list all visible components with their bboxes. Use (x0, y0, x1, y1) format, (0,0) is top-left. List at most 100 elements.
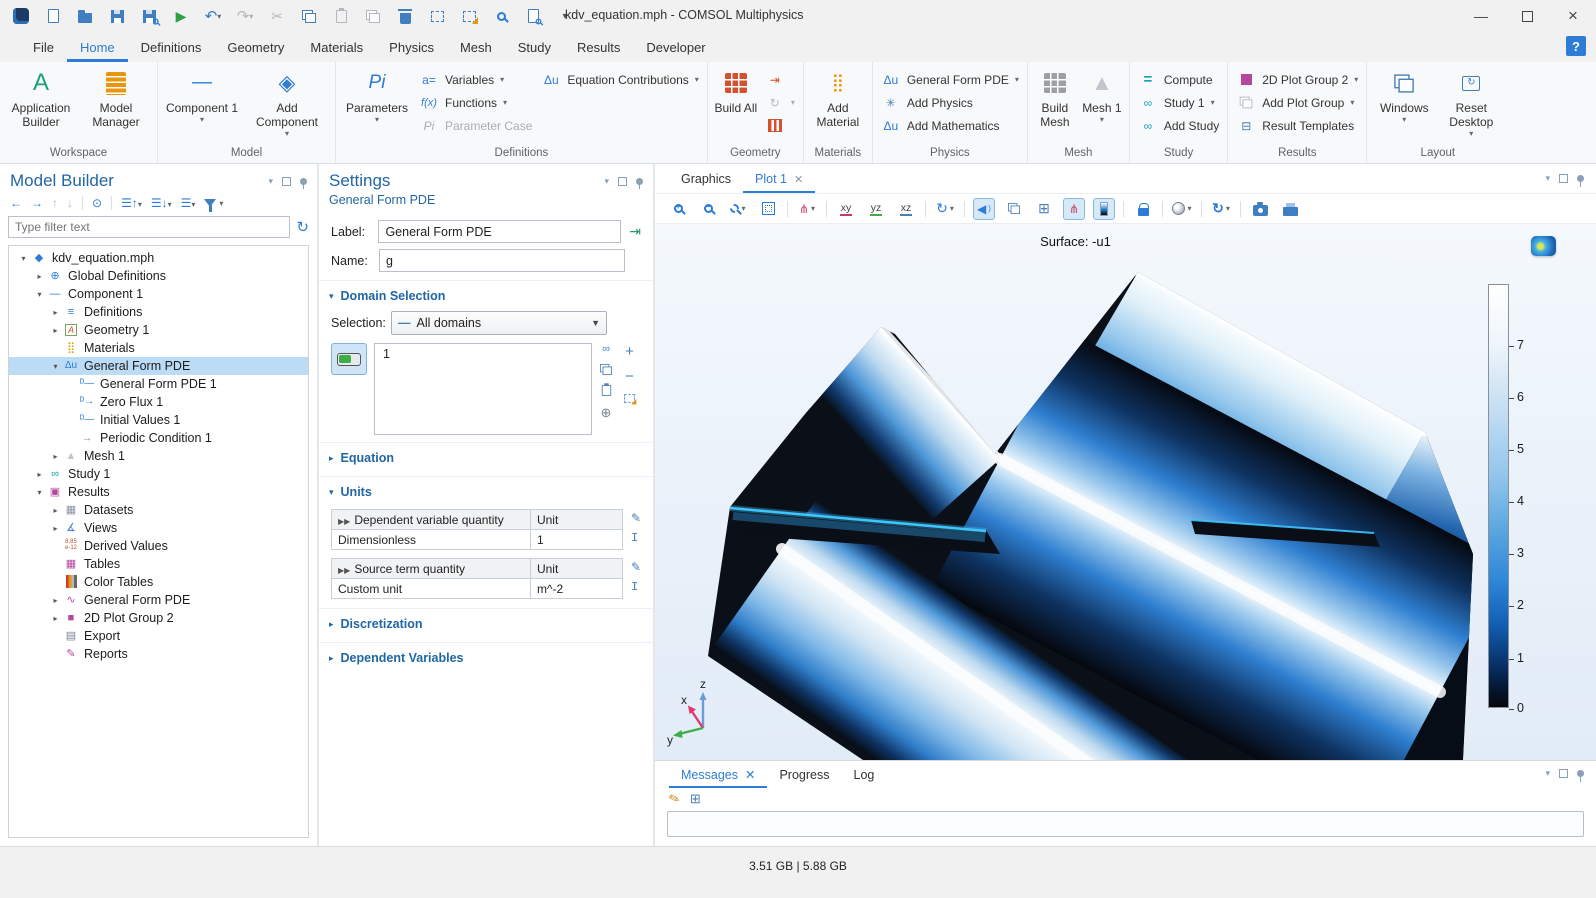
panel-pin-icon[interactable] (1577, 770, 1584, 777)
panel-float-icon[interactable] (1559, 769, 1568, 778)
axis-orientation-button[interactable]: ⋔ (1063, 198, 1085, 220)
section-dependent-variables[interactable]: ▸Dependent Variables (319, 642, 653, 671)
update-geometry-button[interactable]: ↻▾ (762, 93, 798, 112)
view-xz-button[interactable]: xz (895, 198, 917, 220)
virtual-operations-button[interactable] (762, 116, 798, 135)
parameter-case-button[interactable]: Pi Parameter Case (416, 116, 535, 135)
rename-icon[interactable]: ⇥ (629, 223, 641, 240)
move-down-icon[interactable]: ↓ (67, 196, 73, 210)
update-plot-button[interactable]: ↻▾ (1210, 198, 1232, 220)
panel-menu-chevron-icon[interactable]: ▾ (268, 176, 273, 187)
tree-item-results[interactable]: ▾▣Results (9, 483, 308, 501)
color-legend-button[interactable] (1093, 198, 1115, 220)
tab-messages[interactable]: Messages✕ (669, 763, 767, 788)
section-domain-selection[interactable]: ▾Domain Selection (319, 280, 653, 309)
close-tab-icon[interactable]: ✕ (745, 767, 755, 782)
copy-selection-icon[interactable] (600, 364, 612, 375)
collapse-caret-icon[interactable]: ▾ (33, 290, 46, 299)
tab-log[interactable]: Log (842, 764, 887, 788)
zoom-box-button[interactable]: ▾ (727, 198, 749, 220)
panel-menu-chevron-icon[interactable]: ▾ (604, 176, 609, 187)
create-selection-icon[interactable]: ∞ (602, 343, 610, 355)
tree-filter-input[interactable] (8, 216, 290, 238)
expand-caret-icon[interactable]: ▸ (49, 596, 62, 605)
parameters-button[interactable]: Pi Parameters▾ (341, 65, 413, 125)
tree-item-initial-values-1[interactable]: ᴰ—Initial Values 1 (9, 411, 308, 429)
paste-selection-icon[interactable] (601, 385, 610, 396)
expand-caret-icon[interactable]: ▸ (49, 326, 62, 335)
tree-item-general-form-pde-1[interactable]: ᴰ—General Form PDE 1 (9, 375, 308, 393)
zoom-extents-button[interactable] (757, 198, 779, 220)
menu-mesh[interactable]: Mesh (447, 35, 505, 62)
section-units[interactable]: ▾Units (319, 476, 653, 505)
panel-float-icon[interactable] (282, 177, 291, 186)
panel-menu-chevron-icon[interactable]: ▾ (1545, 173, 1550, 184)
grid-button[interactable]: ⊞ (1033, 198, 1055, 220)
new-file-button[interactable] (44, 7, 62, 25)
quantity-picker-icon[interactable]: ▶▶ (338, 566, 350, 575)
add-component-button[interactable]: ◈ Add Component▾ (244, 65, 330, 139)
show-options-icon[interactable]: ⊙ (92, 196, 102, 210)
tab-plot-1[interactable]: Plot 1✕ (743, 166, 815, 193)
snapshot-button[interactable] (1249, 198, 1271, 220)
add-material-button[interactable]: ⣿ Add Material (809, 65, 867, 129)
mesh-1-button[interactable]: ▲ Mesh 1▾ (1080, 65, 1124, 125)
tree-item-mesh-1[interactable]: ▸▲Mesh 1 (9, 447, 308, 465)
delete-button[interactable] (396, 7, 414, 25)
plot-group-2-button[interactable]: 2D Plot Group 2▾ (1233, 70, 1361, 89)
windows-button[interactable]: Windows▾ (1372, 65, 1436, 125)
menu-physics[interactable]: Physics (376, 35, 447, 62)
move-up-icon[interactable]: ↑ (52, 196, 58, 210)
expand-caret-icon[interactable]: ▸ (33, 470, 46, 479)
tree-item-reports[interactable]: ✎Reports (9, 645, 308, 663)
back-arrow-icon[interactable]: ← (10, 196, 22, 210)
redo-button[interactable]: ↷▾ (236, 7, 254, 25)
build-mesh-button[interactable]: Build Mesh (1033, 65, 1077, 129)
add-study-button[interactable]: ∞ Add Study (1135, 116, 1222, 135)
zoom-to-selection-icon[interactable]: ⊕ (601, 405, 612, 421)
add-physics-button[interactable]: ✳ Add Physics (878, 93, 1022, 112)
menu-definitions[interactable]: Definitions (128, 35, 215, 62)
variables-button[interactable]: a= Variables▾ (416, 70, 535, 89)
insert-unit-icon[interactable]: I (631, 580, 641, 594)
dependent-unit-cell[interactable]: 1 (530, 530, 622, 550)
tree-item-general-form-pde[interactable]: ▾ΔuGeneral Form PDE (9, 357, 308, 375)
zoom-out-button[interactable]: − (697, 198, 719, 220)
menu-file[interactable]: File (20, 35, 67, 62)
menu-results[interactable]: Results (564, 35, 633, 62)
cut-icon[interactable]: ✂ (268, 7, 286, 25)
view-yz-button[interactable]: yz (865, 198, 887, 220)
expand-caret-icon[interactable]: ▸ (49, 308, 62, 317)
close-tab-icon[interactable]: ✕ (794, 173, 803, 186)
minimize-button[interactable]: — (1458, 0, 1504, 32)
maximize-button[interactable] (1504, 0, 1550, 32)
source-unit-cell[interactable]: m^-2 (530, 579, 622, 599)
expand-caret-icon[interactable]: ▸ (49, 452, 62, 461)
close-button[interactable]: × (1550, 0, 1596, 32)
node-text-icon[interactable]: ☰▾ (181, 196, 196, 210)
section-equation[interactable]: ▸Equation (319, 442, 653, 471)
tree-item-export[interactable]: ▤Export (9, 627, 308, 645)
lock-view-button[interactable] (1132, 198, 1154, 220)
physics-interface-button[interactable]: Δu General Form PDE▾ (878, 70, 1022, 89)
scene-light-button[interactable]: ◀) (973, 198, 995, 220)
collapse-caret-icon[interactable]: ▾ (49, 362, 62, 371)
insert-unit-icon[interactable]: I (631, 531, 641, 545)
open-file-button[interactable] (76, 7, 94, 25)
functions-button[interactable]: f(x) Functions▾ (416, 93, 535, 112)
component-1-button[interactable]: — Component 1▾ (163, 65, 241, 125)
panel-pin-icon[interactable] (1577, 175, 1584, 182)
color-palette-button[interactable]: ▾ (1171, 198, 1193, 220)
deselect-button[interactable] (460, 7, 478, 25)
compute-button[interactable]: = Compute (1135, 70, 1222, 89)
build-all-button[interactable]: Build All (713, 65, 759, 115)
selection-dropdown[interactable]: — All domains ▼ (391, 311, 607, 335)
tab-progress[interactable]: Progress (767, 764, 841, 788)
add-mathematics-button[interactable]: Δu Add Mathematics (878, 116, 1022, 135)
panel-float-icon[interactable] (618, 177, 627, 186)
go-to-default-view-button[interactable]: ⋔▾ (796, 198, 818, 220)
remove-from-selection-icon[interactable]: − (625, 368, 634, 385)
tree-item-periodic-condition-1[interactable]: →Periodic Condition 1 (9, 429, 308, 447)
result-templates-button[interactable]: ⊟ Result Templates (1233, 116, 1361, 135)
expand-all-icon[interactable]: ☰↑▾ (121, 196, 142, 210)
